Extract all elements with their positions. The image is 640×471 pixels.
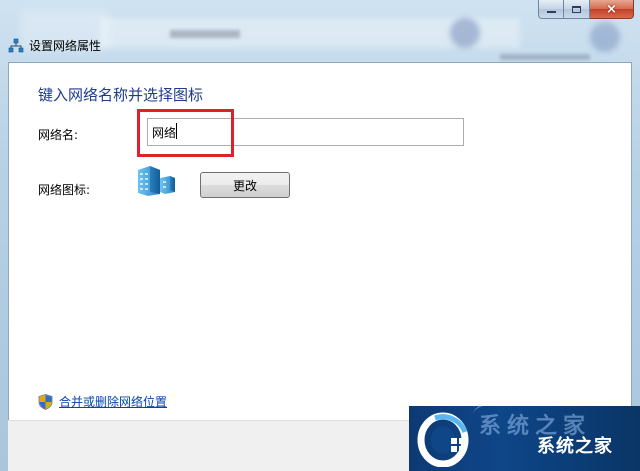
network-name-label: 网络名: <box>38 128 79 142</box>
change-icon-button[interactable]: 更改 <box>200 172 290 198</box>
maximize-button[interactable] <box>564 0 590 19</box>
background-blur <box>450 18 480 48</box>
maximize-icon <box>572 5 581 13</box>
merge-delete-network-link[interactable]: 合并或删除网络位置 <box>59 393 167 410</box>
close-button[interactable]: × <box>590 0 634 19</box>
page-title: 键入网络名称并选择图标 <box>38 86 204 104</box>
minimize-button[interactable] <box>538 0 564 19</box>
watermark: 系统之家 系统之家 <box>409 406 640 471</box>
computer-building-icon <box>138 166 175 196</box>
shield-icon <box>38 393 53 410</box>
minimize-icon <box>546 11 556 13</box>
background-blur <box>590 22 620 52</box>
text-caret <box>176 123 177 139</box>
window-title: 设置网络属性 <box>8 37 101 54</box>
merge-link-row: 合并或删除网络位置 <box>38 393 167 410</box>
close-icon: × <box>606 1 617 17</box>
caption-buttons: × <box>538 0 634 20</box>
network-icon <box>8 38 24 52</box>
background-blur <box>500 54 590 60</box>
background-blur <box>170 30 240 38</box>
network-name-input[interactable] <box>147 118 464 146</box>
network-icon-label: 网络图标: <box>38 183 91 197</box>
logo-icon <box>417 412 469 467</box>
window-title-text: 设置网络属性 <box>29 39 102 53</box>
watermark-text: 系统之家 <box>537 436 613 457</box>
